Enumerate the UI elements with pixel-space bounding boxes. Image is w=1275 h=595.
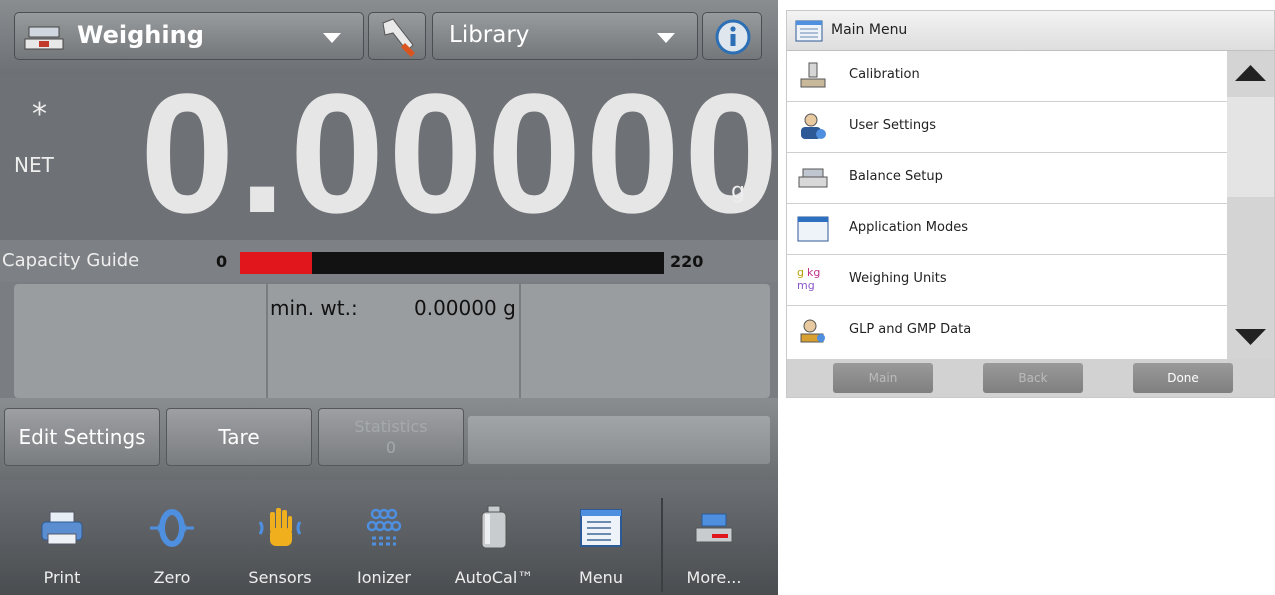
autocal-label: AutoCal™	[454, 568, 534, 587]
print-label: Print	[43, 568, 81, 587]
application-mode-dropdown[interactable]: Weighing	[14, 12, 364, 60]
autocal-button[interactable]: AutoCal™	[446, 480, 542, 595]
library-dropdown[interactable]: Library	[432, 12, 698, 60]
ionizer-label: Ionizer	[357, 568, 411, 587]
toolbar-separator	[661, 498, 663, 592]
scroll-thumb[interactable]	[1227, 97, 1274, 197]
menu-item-balance-setup[interactable]: Balance Setup	[787, 153, 1227, 204]
glp-data-icon	[800, 319, 825, 343]
ionizer-button[interactable]: Ionizer	[336, 480, 432, 595]
more-button[interactable]: More...	[666, 480, 762, 595]
chevron-down-icon	[657, 33, 675, 43]
calibration-weight-icon	[481, 505, 507, 549]
menu-item-weighing-units[interactable]: g kg mg Weighing Units	[787, 255, 1227, 306]
menu-list-icon	[580, 509, 622, 547]
zero-button[interactable]: Zero	[124, 480, 220, 595]
balance-setup-icon	[798, 168, 828, 188]
net-indicator: NET	[14, 153, 54, 177]
mode-label: Weighing	[77, 21, 204, 49]
softkey-row: Edit Settings Tare Statistics 0	[0, 398, 778, 480]
wrench-settings-button[interactable]	[368, 12, 426, 60]
weight-unit: g	[731, 179, 745, 204]
zero-icon	[150, 509, 194, 547]
library-label: Library	[449, 22, 530, 48]
balance-screen: Weighing Library * NET 0.00000 g Capacit…	[0, 0, 778, 595]
printer-icon	[41, 511, 83, 545]
zero-label: Zero	[153, 568, 191, 587]
menu-footer: Main Back Done	[787, 359, 1274, 397]
weight-readout: * NET 0.00000 g	[0, 69, 778, 240]
ionizer-icon	[366, 508, 402, 546]
chevron-down-icon	[323, 33, 341, 43]
menu-item-label: GLP and GMP Data	[849, 322, 972, 337]
tare-button[interactable]: Tare	[166, 408, 312, 466]
menu-button[interactable]: Menu	[553, 480, 649, 595]
svg-text:g: g	[797, 266, 804, 279]
sensors-label: Sensors	[248, 568, 312, 587]
info-icon	[715, 19, 751, 55]
capacity-max: 220	[670, 252, 704, 271]
reference-info-panel: min. wt.: 0.00000 g	[14, 284, 770, 398]
menu-label: Menu	[579, 568, 623, 587]
statistics-label: Statistics	[354, 417, 428, 436]
capacity-bar	[240, 252, 664, 274]
print-button[interactable]: Print	[14, 480, 110, 595]
menu-item-label: Calibration	[849, 67, 920, 82]
calibration-icon	[800, 62, 826, 88]
hand-sensor-icon	[258, 508, 302, 546]
edit-settings-button[interactable]: Edit Settings	[4, 408, 160, 466]
user-settings-icon	[801, 113, 826, 139]
menu-item-user-settings[interactable]: User Settings	[787, 102, 1227, 153]
menu-item-label: Application Modes	[849, 220, 968, 235]
statistics-button[interactable]: Statistics 0	[318, 408, 464, 466]
balance-icon	[24, 26, 64, 50]
sensors-button[interactable]: Sensors	[232, 480, 328, 595]
weight-value: 0.00000	[140, 59, 778, 249]
back-button[interactable]: Back	[983, 363, 1083, 393]
menu-item-label: User Settings	[849, 118, 937, 133]
menu-list-icon	[795, 20, 823, 42]
function-toolbar: Print Zero Sensors Ionizer AutoCal™ Menu…	[0, 480, 778, 595]
more-label: More...	[686, 568, 742, 587]
more-icon	[695, 513, 733, 543]
arrow-down-icon	[1235, 329, 1266, 345]
capacity-min: 0	[216, 252, 228, 271]
capacity-guide: Capacity Guide 0 220	[0, 240, 778, 282]
info-button[interactable]	[702, 12, 762, 60]
main-menu-panel: Main Menu Calibration User Settings Bala…	[786, 10, 1275, 398]
scroll-down-button[interactable]	[1227, 313, 1274, 359]
application-modes-icon	[797, 216, 829, 242]
wrench-icon	[382, 18, 415, 57]
svg-text:mg: mg	[797, 279, 815, 292]
panel-divider	[266, 284, 268, 398]
min-weight-label: min. wt.:	[270, 296, 358, 320]
menu-title: Main Menu	[831, 22, 908, 38]
menu-item-application-modes[interactable]: Application Modes	[787, 204, 1227, 255]
arrow-up-icon	[1235, 65, 1266, 81]
menu-item-label: Balance Setup	[849, 169, 943, 184]
stability-marker: *	[32, 97, 47, 132]
done-button[interactable]: Done	[1133, 363, 1233, 393]
panel-divider	[519, 284, 521, 398]
main-button[interactable]: Main	[833, 363, 933, 393]
capacity-bar-fill	[240, 252, 313, 274]
svg-text:kg: kg	[807, 266, 820, 279]
weighing-units-icon: g kg mg	[797, 266, 820, 292]
statistics-count: 0	[385, 438, 397, 457]
capacity-guide-label: Capacity Guide	[2, 250, 140, 271]
menu-item-glp-gmp-data[interactable]: GLP and GMP Data	[787, 306, 1227, 359]
scroll-up-button[interactable]	[1227, 51, 1274, 97]
softkey-empty-area	[468, 416, 770, 464]
menu-title-bar: Main Menu	[787, 11, 1274, 51]
min-weight-value: 0.00000 g	[414, 296, 516, 320]
menu-item-calibration[interactable]: Calibration	[787, 51, 1227, 102]
menu-item-label: Weighing Units	[849, 271, 947, 286]
